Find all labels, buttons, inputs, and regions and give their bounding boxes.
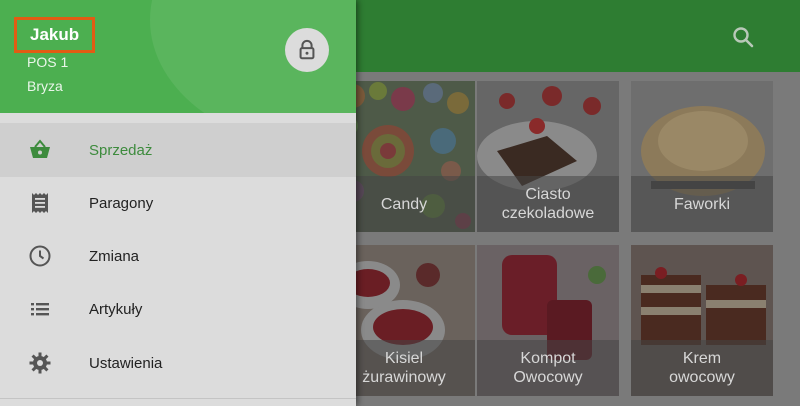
menu-item-zmiana[interactable]: Zmiana [0,229,356,283]
product-label: Kompot Owocowy [477,340,619,396]
navigation-drawer: Jakub POS 1 Bryza Sprzedaż Paragony Zmia… [0,0,356,406]
product-tile-krem[interactable]: Krem owocowy [631,245,773,396]
menu-label: Paragony [89,194,154,212]
drawer-divider [0,398,356,399]
gear-icon [29,352,51,374]
product-tile-ciasto[interactable]: Ciasto czekoladowe [477,81,619,232]
menu-label: Ustawienia [89,354,163,372]
list-icon [31,303,49,316]
store-name: Bryza [27,78,63,94]
search-icon [733,27,754,48]
menu-label: Artykuły [89,300,143,318]
menu-label: Sprzedaż [89,141,153,159]
search-button[interactable] [728,22,758,52]
user-name[interactable]: Jakub [14,17,96,53]
lock-icon [299,39,315,60]
menu-item-artykuly[interactable]: Artykuły [0,282,356,336]
lock-button[interactable] [285,28,329,72]
terminal-name: POS 1 [27,54,69,70]
product-tile-faworki[interactable]: Faworki [631,81,773,232]
product-label: Ciasto czekoladowe [477,176,619,232]
product-label: Faworki [631,176,773,232]
drawer-header: Jakub POS 1 Bryza [0,0,356,113]
basket-icon [30,139,50,158]
clock-icon [29,245,51,267]
product-label: Krem owocowy [631,340,773,396]
menu-item-ustawienia[interactable]: Ustawienia [0,336,356,390]
menu-item-paragony[interactable]: Paragony [0,176,356,230]
menu-label: Zmiana [89,247,140,265]
menu-item-sprzedaz[interactable]: Sprzedaż [0,123,356,177]
receipt-icon [32,193,48,213]
product-tile-kompot[interactable]: Kompot Owocowy [477,245,619,396]
